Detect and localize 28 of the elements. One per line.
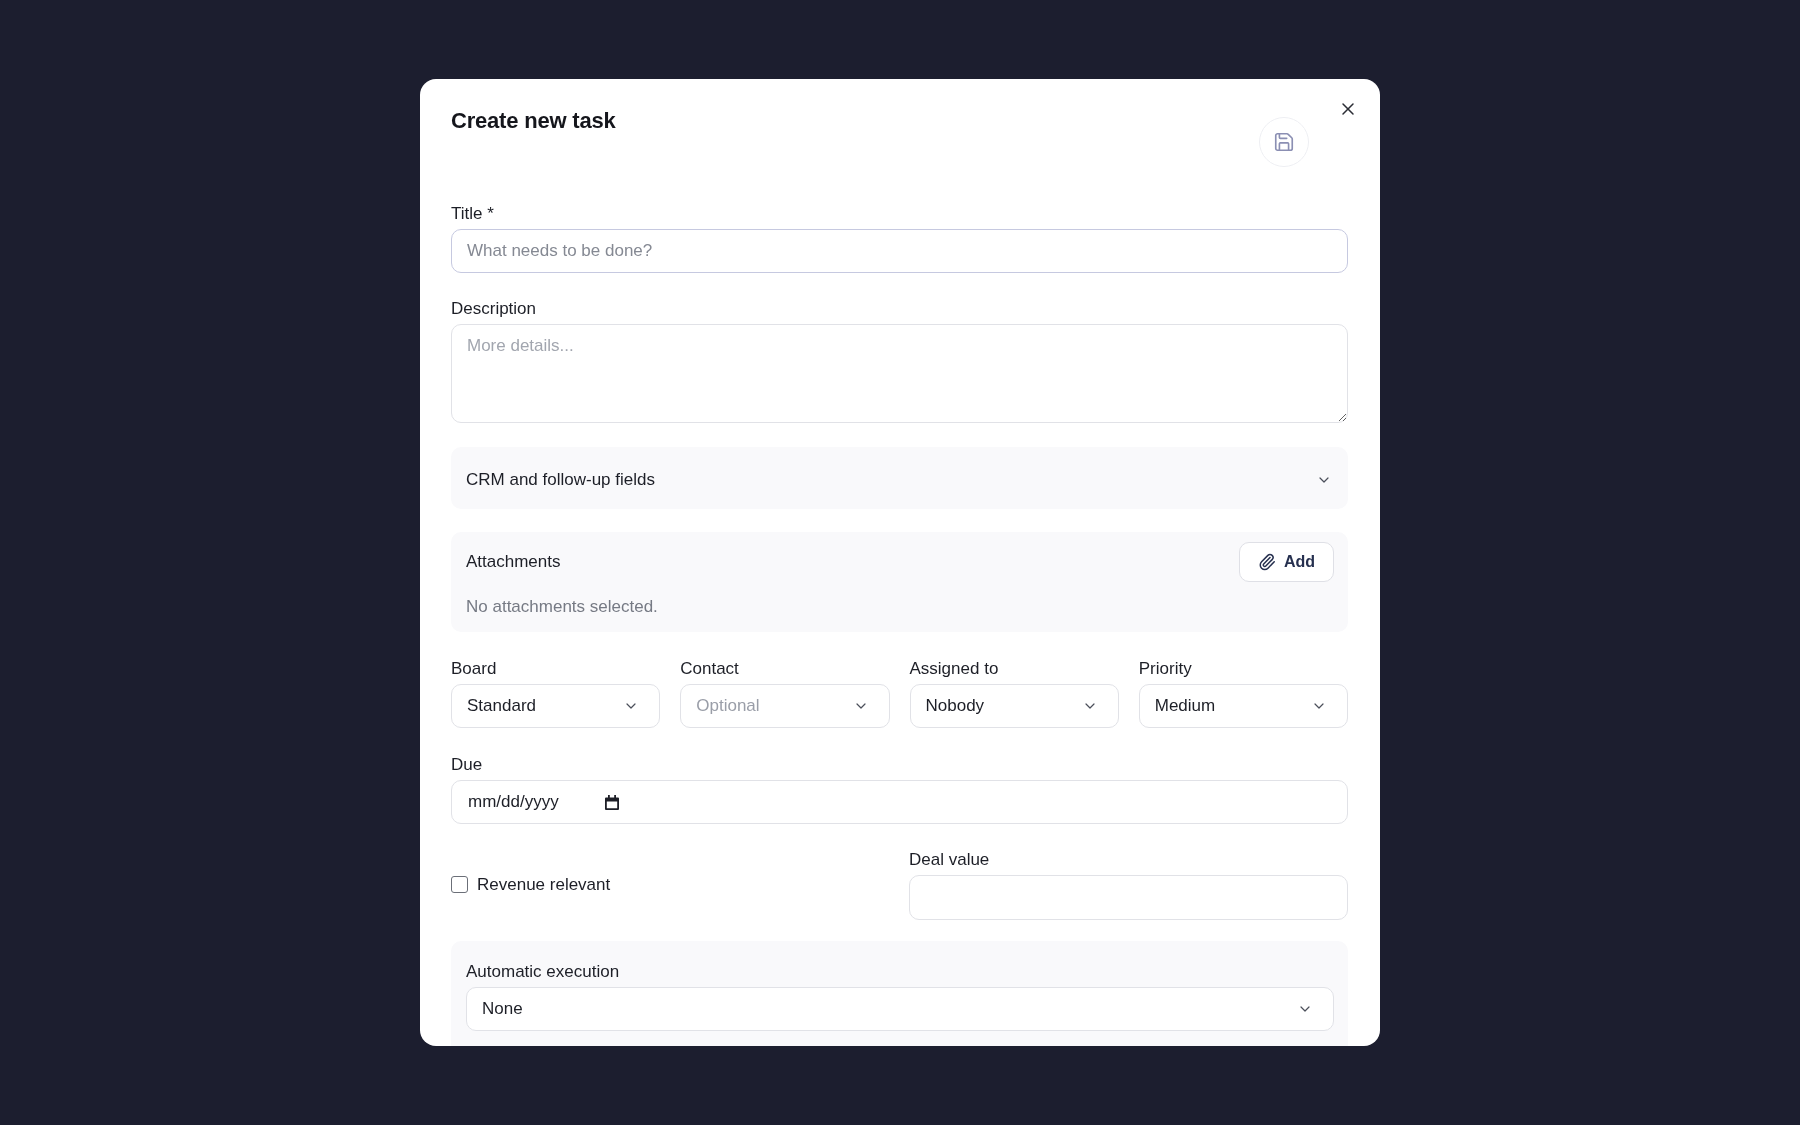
checkbox-label: Revenue relevant xyxy=(477,873,611,896)
crm-section-toggle[interactable]: CRM and follow-up fields xyxy=(451,447,1348,509)
field-label: Priority xyxy=(1138,658,1192,679)
save-button[interactable] xyxy=(1259,117,1309,167)
dropdown[interactable]: Medium xyxy=(1138,684,1348,728)
field-label: Board xyxy=(451,658,497,679)
textarea-field[interactable]: More details... xyxy=(451,324,1348,423)
dropdown[interactable]: None xyxy=(466,987,1334,1031)
dropdown[interactable]: Nobody xyxy=(909,684,1119,728)
dialog-title: Create new task xyxy=(451,107,616,135)
field-label: Description xyxy=(451,298,537,319)
checkbox[interactable] xyxy=(451,876,468,893)
text-input[interactable]: What needs to be done? xyxy=(451,229,1348,273)
calendar-icon xyxy=(604,794,619,810)
field-label: Deal value xyxy=(909,849,990,870)
dropdown[interactable]: Standard xyxy=(451,684,661,728)
field-label: Due xyxy=(451,754,483,775)
field-label: Contact xyxy=(680,658,739,679)
date-field[interactable]: mm/dd/yyyy xyxy=(451,780,1348,824)
input-field[interactable] xyxy=(909,875,1348,920)
paperclip-icon xyxy=(1257,553,1276,571)
empty-attachments-text: No attachments selected. xyxy=(466,596,658,618)
add-button[interactable]: Add xyxy=(1238,542,1334,582)
save-icon xyxy=(1273,131,1295,153)
field-label: Automatic execution xyxy=(466,961,620,982)
attachments-heading: Attachments xyxy=(466,551,561,574)
field-label: Assigned to xyxy=(909,658,999,679)
field-label: Title * xyxy=(451,203,494,224)
